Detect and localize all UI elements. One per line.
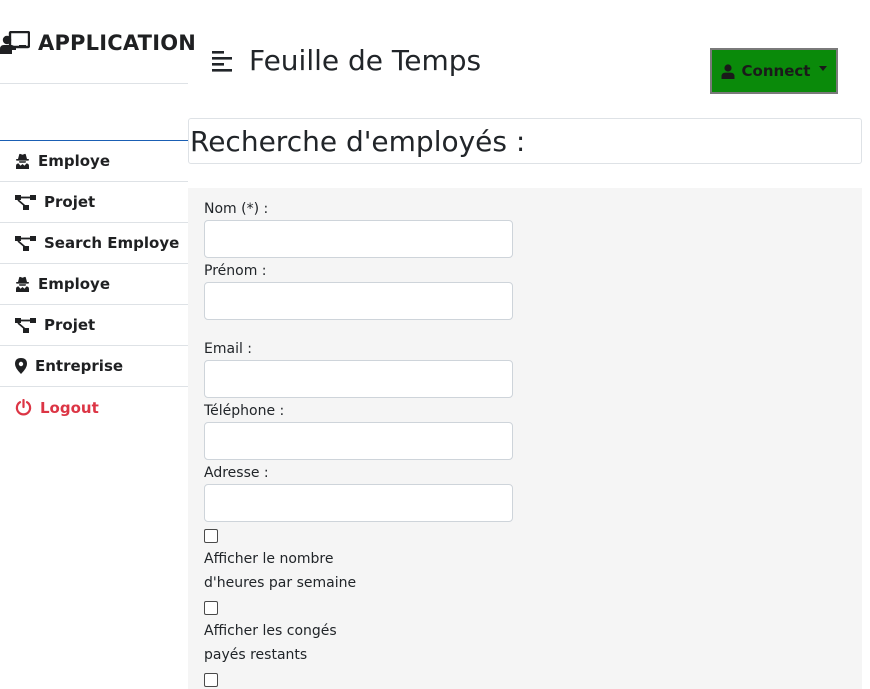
prenom-input[interactable] — [204, 282, 513, 320]
hours-per-week-label-line1: Afficher le nombre — [204, 551, 334, 567]
chalkboard-teacher-icon — [0, 31, 30, 55]
email-label: Email : — [204, 341, 253, 357]
sidebar-item-label: Projet — [44, 193, 96, 211]
sidebar-item-employe-2[interactable]: Employe — [0, 264, 188, 305]
brand[interactable]: APPLICATION — [0, 27, 196, 59]
power-icon — [15, 399, 32, 416]
sidebar-item-projet-2[interactable]: Projet — [0, 305, 188, 346]
sidebar-item-label: Employe — [38, 275, 111, 293]
nom-input[interactable] — [204, 220, 513, 258]
map-marker-icon — [15, 358, 27, 374]
sidebar-item-label: Search Employe — [44, 234, 180, 252]
brand-divider — [0, 83, 188, 84]
sidebar-item-label: Employe — [38, 152, 111, 170]
project-diagram-icon — [15, 317, 36, 333]
telephone-input[interactable] — [204, 422, 513, 460]
sidebar-nav: Employe Projet Search Employe Employe Pr… — [0, 141, 188, 428]
section-title: Recherche d'employés : — [190, 124, 526, 158]
sidebar-item-employe[interactable]: Employe — [0, 141, 188, 182]
sidebar-item-label: Entreprise — [35, 357, 124, 375]
project-diagram-icon — [15, 235, 36, 251]
chevron-down-icon — [819, 65, 828, 71]
conges-label-line1: Afficher les congés — [204, 623, 337, 639]
menu-toggle-icon[interactable] — [211, 50, 235, 72]
sidebar-item-logout[interactable]: Logout — [0, 387, 188, 428]
prenom-label: Prénom : — [204, 263, 267, 279]
conges-checkbox[interactable] — [204, 601, 218, 615]
telephone-label: Téléphone : — [204, 403, 285, 419]
hours-per-week-label: Afficher le nombre d'heures par semaine — [204, 547, 374, 595]
sidebar-item-search-employe[interactable]: Search Employe — [0, 223, 188, 264]
search-form: Nom (*) : Prénom : Email : Téléphone : A… — [188, 188, 862, 689]
sidebar: APPLICATION Employe Projet Search Employ… — [0, 0, 196, 689]
sidebar-item-projet[interactable]: Projet — [0, 182, 188, 223]
page-title: Feuille de Temps — [249, 44, 482, 77]
connect-button[interactable]: Connect — [710, 48, 838, 94]
nom-label: Nom (*) : — [204, 201, 269, 217]
brand-title: APPLICATION — [38, 31, 197, 55]
section-header: Recherche d'employés : — [188, 118, 862, 164]
conges-label-line2: payés restants — [204, 647, 308, 663]
sidebar-item-label: Logout — [40, 398, 99, 417]
email-input[interactable] — [204, 360, 513, 398]
hours-per-week-checkbox[interactable] — [204, 529, 218, 543]
user-secret-icon — [15, 153, 30, 169]
sidebar-item-entreprise[interactable]: Entreprise — [0, 346, 188, 387]
user-icon — [721, 63, 735, 79]
conges-label: Afficher les congés payés restants — [204, 619, 374, 667]
user-secret-icon — [15, 276, 30, 292]
hours-per-week-label-line2: d'heures par semaine — [204, 575, 357, 591]
sidebar-item-label: Projet — [44, 316, 96, 334]
adresse-label: Adresse : — [204, 465, 269, 481]
project-diagram-icon — [15, 194, 36, 210]
adresse-input[interactable] — [204, 484, 513, 522]
connect-label: Connect — [741, 62, 811, 80]
third-checkbox[interactable] — [204, 673, 218, 687]
